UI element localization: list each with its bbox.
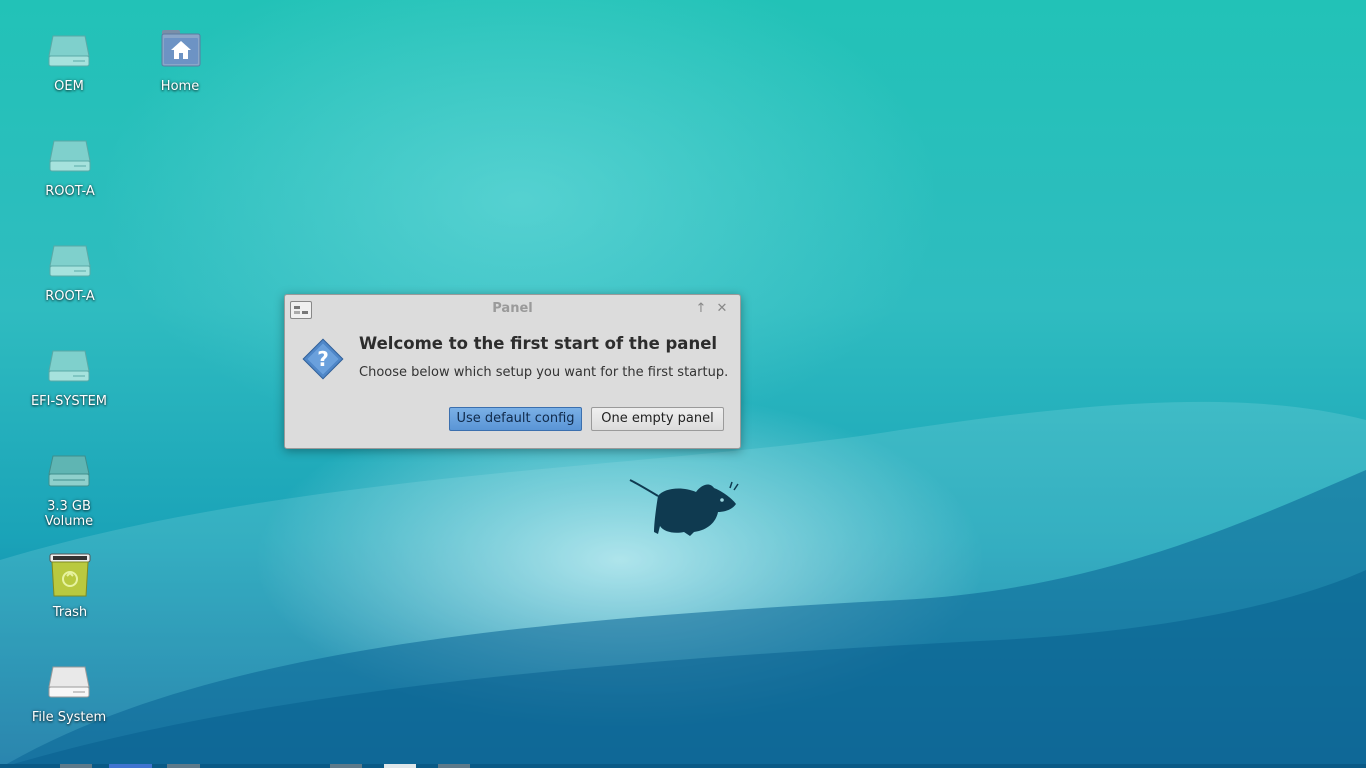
home-folder-icon [161, 30, 201, 67]
dialog-titlebar[interactable]: Panel ↑ ✕ [285, 295, 740, 323]
panel-item[interactable] [438, 764, 470, 768]
xfce-mouse-logo [629, 479, 739, 536]
desktop-icon-oem[interactable]: OEM [14, 26, 124, 94]
svg-text:?: ? [317, 347, 329, 371]
desktop-icon-label: ROOT-A [45, 184, 95, 199]
desktop-icon-label: 3.3 GB Volume [44, 499, 94, 529]
panel-item[interactable] [330, 764, 362, 768]
panel-item[interactable] [60, 764, 92, 768]
desktop-icon-label: OEM [54, 79, 84, 94]
one-empty-panel-button[interactable]: One empty panel [591, 407, 724, 431]
shade-up-icon[interactable]: ↑ [693, 301, 709, 317]
dialog-message: Choose below which setup you want for th… [359, 365, 729, 380]
desktop-icon-label: File System [31, 710, 107, 725]
trash-icon [49, 553, 91, 597]
desktop-icon-label: EFI-SYSTEM [30, 394, 108, 409]
panel-item[interactable] [384, 764, 416, 768]
desktop-icon-root-a-2[interactable]: ROOT-A [15, 236, 125, 304]
bottom-panel-edge [0, 764, 1366, 768]
drive-icon [49, 140, 91, 172]
use-default-config-button[interactable]: Use default config [449, 407, 582, 431]
panel-welcome-dialog: Panel ↑ ✕ ? Welcome to the first start o… [284, 294, 741, 449]
panel-item[interactable] [167, 764, 200, 768]
drive-icon [48, 666, 90, 698]
desktop-icon-file-system[interactable]: File System [14, 657, 124, 725]
desktop-icon-trash[interactable]: Trash [15, 552, 125, 620]
panel-item[interactable] [109, 764, 152, 768]
drive-icon [48, 35, 90, 67]
question-icon: ? [302, 338, 344, 380]
desktop-icon-home[interactable]: Home [125, 26, 235, 94]
desktop-icon-volume[interactable]: 3.3 GB Volume [14, 446, 124, 529]
drive-icon [48, 350, 90, 382]
desktop-icon-label: Home [160, 79, 200, 94]
desktop-icon-label: ROOT-A [45, 289, 95, 304]
desktop-icon-efi-system[interactable]: EFI-SYSTEM [14, 341, 124, 409]
dialog-heading: Welcome to the first start of the panel [359, 334, 718, 353]
dialog-title: Panel [492, 301, 533, 316]
desktop-icon-root-a[interactable]: ROOT-A [15, 131, 125, 199]
desktop-icon-label: Trash [52, 605, 88, 620]
close-icon[interactable]: ✕ [714, 301, 730, 317]
drive-icon [48, 455, 90, 487]
drive-icon [49, 245, 91, 277]
desktop-background: OEM Home ROOT-A ROOT-A EFI-SYSTEM 3.3 GB… [0, 0, 1366, 768]
